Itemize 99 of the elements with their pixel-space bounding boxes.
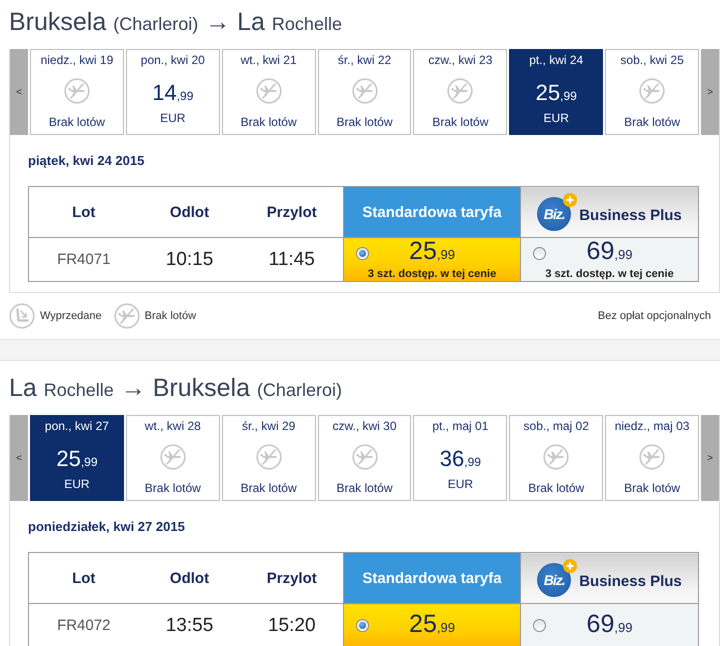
date-label: wt., kwi 28 xyxy=(144,419,201,433)
radio-button[interactable] xyxy=(533,619,546,632)
date-label: pon., kwi 27 xyxy=(44,419,109,433)
fare-price: 69,99 xyxy=(586,610,632,640)
column-header: Lot xyxy=(28,552,138,604)
date-card[interactable]: wt., kwi 21 Brak lotów xyxy=(222,49,316,135)
seat-icon xyxy=(9,303,35,329)
flight-number: FR4071 xyxy=(28,238,138,282)
radio-button[interactable] xyxy=(356,619,369,632)
date-card[interactable]: czw., kwi 23 Brak lotów xyxy=(413,49,508,135)
crossed-plane-icon xyxy=(352,444,378,470)
departure-time: 10:15 xyxy=(138,238,240,282)
date-label: pon., kwi 20 xyxy=(140,53,205,67)
date-heading: poniedziałek, kwi 27 2015 xyxy=(28,519,186,535)
availability-text: 3 szt. dostęp. w tej cenie xyxy=(366,268,498,281)
plus-badge-icon xyxy=(563,559,578,573)
date-label: śr., kwi 29 xyxy=(242,419,296,433)
fare-price: 36,99 xyxy=(440,447,481,471)
arrival-time: 15:20 xyxy=(240,604,344,646)
date-card[interactable]: sob., kwi 25 Brak lotów xyxy=(605,49,700,135)
date-label: czw., kwi 23 xyxy=(428,53,492,67)
date-label: śr., kwi 22 xyxy=(338,53,392,67)
no-flights-label: Brak lotów xyxy=(240,481,297,495)
next-dates-button[interactable]: > xyxy=(701,49,720,135)
date-label: wt., kwi 21 xyxy=(240,53,297,67)
date-heading: piątek, kwi 24 2015 xyxy=(28,153,146,169)
crossed-plane-icon xyxy=(447,78,474,104)
no-flights-label: Brak lotów xyxy=(624,115,680,129)
crossed-plane-icon xyxy=(114,303,140,329)
no-flights-label: Brak lotów xyxy=(144,481,201,495)
no-flights-label: Brak lotów xyxy=(528,481,584,495)
crossed-plane-icon xyxy=(256,444,282,470)
legend-note: Bez opłat opcjonalnych xyxy=(598,310,711,322)
fare-label: Business Plus xyxy=(579,206,682,224)
no-flights-label: Brak lotów xyxy=(336,481,393,495)
no-flights-label: Brak lotów xyxy=(48,115,105,129)
date-label: niedz., maj 03 xyxy=(614,419,690,433)
crossed-plane-icon xyxy=(639,78,666,104)
radio-button[interactable] xyxy=(356,246,369,260)
column-header: Przylot xyxy=(240,552,344,604)
crossed-plane-icon xyxy=(64,78,90,104)
fare-price: 25,99 xyxy=(56,447,98,471)
legend-label: Wyprzedane xyxy=(40,310,102,322)
flight-number: FR4072 xyxy=(28,604,138,646)
date-card[interactable]: pt., maj 01 36,99 EUR xyxy=(413,415,508,501)
date-card[interactable]: pt., kwi 24 25,99 EUR xyxy=(509,49,604,135)
legend-label: Brak lotów xyxy=(144,310,196,322)
date-label: czw., kwi 30 xyxy=(332,419,397,433)
fare-price: 14,99 xyxy=(152,81,194,105)
no-flights-label: Brak lotów xyxy=(336,115,393,129)
no-flights-label: Brak lotów xyxy=(240,115,297,129)
date-card[interactable]: śr., kwi 22 Brak lotów xyxy=(318,49,412,135)
previous-dates-button[interactable]: < xyxy=(10,49,28,135)
date-card[interactable]: wt., kwi 28 Brak lotów xyxy=(126,415,220,501)
date-label: sob., kwi 25 xyxy=(620,53,684,67)
fare-price: 25,99 xyxy=(409,610,455,640)
fare-price: 25,99 xyxy=(536,81,577,105)
date-card[interactable]: sob., maj 02 Brak lotów xyxy=(509,415,604,501)
date-card[interactable]: niedz., kwi 19 Brak lotów xyxy=(30,49,124,135)
column-header: Lot xyxy=(28,186,138,238)
crossed-plane-icon xyxy=(160,444,186,470)
biz-logo: Biz. xyxy=(537,563,572,597)
date-label: pt., maj 01 xyxy=(432,419,488,433)
date-card[interactable]: niedz., maj 03 Brak lotów xyxy=(605,415,700,501)
fare-price: 69,99 xyxy=(586,238,632,267)
no-flights-label: Brak lotów xyxy=(624,481,680,495)
fare-price: 25,99 xyxy=(409,238,455,267)
date-label: sob., maj 02 xyxy=(524,419,589,433)
crossed-plane-icon xyxy=(352,78,378,104)
crossed-plane-icon xyxy=(256,78,282,104)
currency-label: EUR xyxy=(448,477,474,491)
currency-label: EUR xyxy=(544,111,569,125)
column-header: Odlot xyxy=(138,186,240,238)
currency-label: EUR xyxy=(160,111,186,125)
date-label: pt., kwi 24 xyxy=(529,53,584,67)
date-card[interactable]: pon., kwi 27 25,99 EUR xyxy=(30,415,124,501)
availability-text: 3 szt. dostęp. w tej cenie xyxy=(544,268,675,281)
crossed-plane-icon xyxy=(543,444,570,470)
fare-header: Standardowa taryfa xyxy=(344,186,520,238)
no-flights-label: Brak lotów xyxy=(432,115,488,129)
route-title: La Rochelle → Bruksela (Charleroi) xyxy=(8,373,343,404)
crossed-plane-icon xyxy=(639,444,666,470)
biz-logo: Biz. xyxy=(537,197,572,231)
arrival-time: 11:45 xyxy=(240,238,344,282)
currency-label: EUR xyxy=(64,477,90,491)
route-title: Bruksela (Charleroi) → La Rochelle xyxy=(8,7,343,38)
departure-time: 13:55 xyxy=(138,604,240,646)
column-header: Przylot xyxy=(240,186,344,238)
next-dates-button[interactable]: > xyxy=(701,415,720,501)
date-card[interactable]: śr., kwi 29 Brak lotów xyxy=(222,415,316,501)
column-header: Odlot xyxy=(138,552,240,604)
previous-dates-button[interactable]: < xyxy=(10,415,28,501)
date-label: niedz., kwi 19 xyxy=(40,53,114,67)
fare-header: Standardowa taryfa xyxy=(344,552,520,604)
plus-badge-icon xyxy=(563,193,578,207)
fare-label: Business Plus xyxy=(579,572,682,590)
radio-button[interactable] xyxy=(533,246,546,260)
date-card[interactable]: pon., kwi 20 14,99 EUR xyxy=(126,49,220,135)
date-card[interactable]: czw., kwi 30 Brak lotów xyxy=(318,415,412,501)
